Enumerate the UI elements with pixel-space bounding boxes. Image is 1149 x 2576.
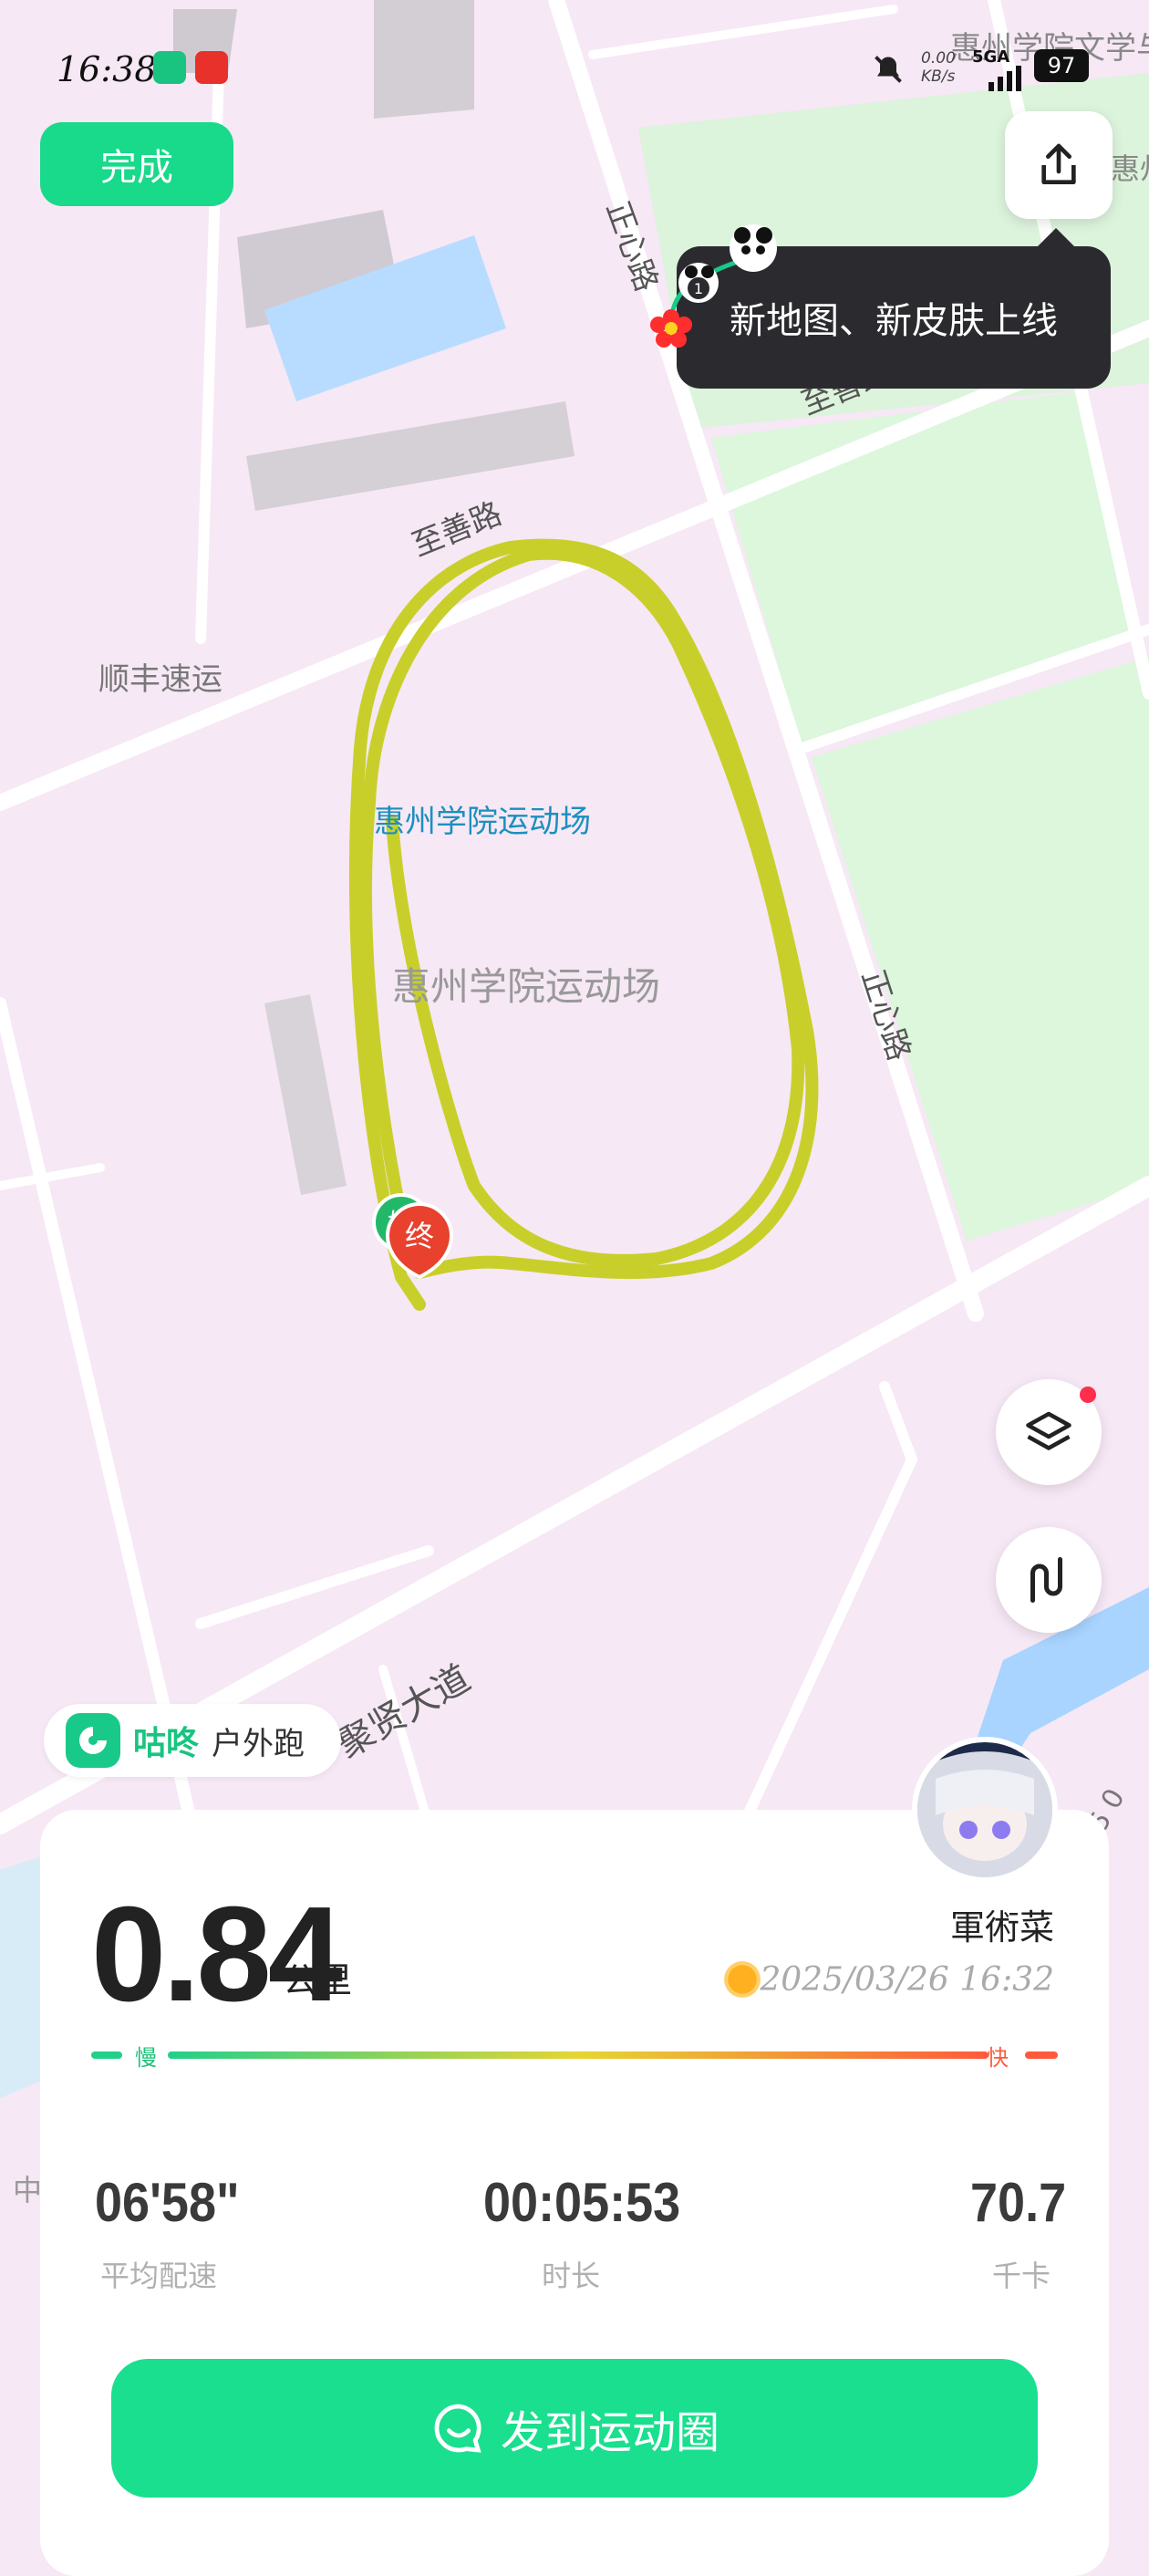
signal-icon xyxy=(989,66,1021,91)
tooltip-badge-number: 1 xyxy=(694,280,703,297)
avg-pace-value: 06'58" xyxy=(95,2172,240,2233)
chat-bubble-icon xyxy=(434,2404,481,2453)
net-speed-value: 0.00 xyxy=(921,49,956,68)
duration-label: 时长 xyxy=(542,2259,601,2293)
battery-indicator: 97 xyxy=(1034,49,1089,82)
username: 軍術菜 xyxy=(949,1907,1054,1948)
post-to-feed-button[interactable]: 发到运动圈 xyxy=(111,2359,1038,2498)
network-type: 5GA xyxy=(972,47,1010,67)
music-notification-icon xyxy=(195,51,228,84)
map-label-place: 顺丰速运 xyxy=(98,661,223,698)
tooltip-mascot-icon: 1 xyxy=(650,224,777,348)
mute-bell-icon xyxy=(875,56,902,83)
end-marker-label: 终 xyxy=(405,1219,434,1253)
avatar[interactable] xyxy=(912,1737,1058,1883)
map-label-place: 惠州-外 xyxy=(1111,151,1149,186)
run-datetime: 2025/03/26 16:32 xyxy=(760,1961,1054,1999)
battery-level: 97 xyxy=(1047,53,1076,78)
route-wave-icon xyxy=(1030,1557,1062,1603)
pace-gradient-bar xyxy=(91,2051,1058,2059)
route-style-button[interactable] xyxy=(996,1527,1102,1633)
map-label-place: 中 xyxy=(13,2173,42,2207)
duration-value: 00:05:53 xyxy=(483,2172,681,2233)
status-time: 16:38 xyxy=(57,49,157,89)
brand-sub: 户外跑 xyxy=(212,1725,305,1762)
pace-fast-label: 快 xyxy=(987,2045,1009,2071)
status-bar: 16:38 0.00 KB/s 5GA 97 xyxy=(0,36,1149,109)
app-notification-icon xyxy=(153,51,186,84)
post-button-label: 发到运动圈 xyxy=(500,2407,719,2458)
calories-value: 70.7 xyxy=(970,2172,1067,2233)
map-label-stadium: 惠州学院运动场 xyxy=(392,964,660,1009)
pace-slow-label: 慢 xyxy=(135,2045,157,2071)
share-icon xyxy=(1041,143,1076,185)
done-button[interactable]: 完成 xyxy=(40,122,233,206)
notification-dot xyxy=(1080,1387,1096,1403)
layers-icon xyxy=(1026,1411,1071,1450)
share-button[interactable] xyxy=(1005,111,1113,219)
calories-label: 千卡 xyxy=(992,2259,1051,2293)
sun-weather-icon xyxy=(724,1961,761,1998)
brand-name: 咕咚 xyxy=(133,1725,200,1762)
brand-logo-icon xyxy=(66,1713,120,1768)
map-layers-button[interactable] xyxy=(996,1379,1102,1485)
map-label-stadium: 惠州学院运动场 xyxy=(374,804,591,840)
net-speed-unit: KB/s xyxy=(921,68,956,86)
avg-pace-label: 平均配速 xyxy=(100,2259,218,2293)
brand-pill: 咕咚 户外跑 xyxy=(44,1704,341,1777)
distance-unit: 公里 xyxy=(283,1960,353,2000)
